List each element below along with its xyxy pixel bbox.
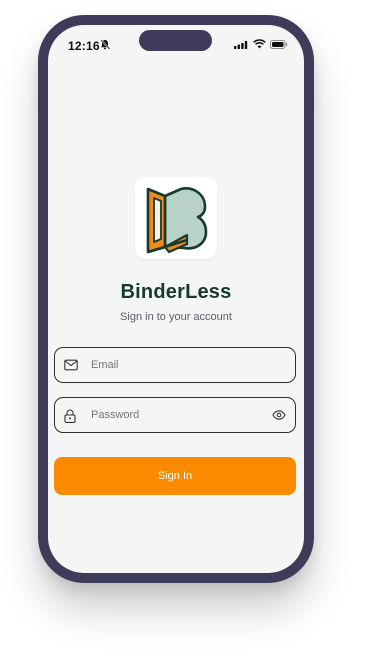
cellular-signal-icon bbox=[234, 41, 248, 49]
status-time: 12:16 bbox=[68, 39, 100, 53]
password-input[interactable] bbox=[91, 409, 261, 421]
battery-icon bbox=[270, 40, 288, 49]
phone-frame: 12:16 BinderLess Sign in to your account… bbox=[38, 15, 314, 583]
binderless-logo bbox=[146, 187, 208, 254]
email-field[interactable] bbox=[54, 347, 296, 383]
eye-icon[interactable] bbox=[272, 409, 286, 421]
password-field[interactable] bbox=[54, 397, 296, 433]
email-input[interactable] bbox=[91, 359, 261, 371]
mail-icon bbox=[64, 359, 78, 371]
page-subtitle: Sign in to your account bbox=[120, 311, 232, 323]
wifi-icon bbox=[253, 39, 266, 49]
sign-in-button[interactable]: Sign In bbox=[54, 457, 296, 495]
bell-slash-icon bbox=[100, 39, 110, 50]
app-screen: 12:16 BinderLess Sign in to your account… bbox=[48, 25, 304, 573]
app-title: BinderLess bbox=[120, 281, 232, 303]
dynamic-island bbox=[139, 30, 212, 51]
lock-icon bbox=[64, 409, 76, 423]
status-bar: 12:16 bbox=[48, 25, 304, 59]
app-logo bbox=[135, 177, 217, 259]
